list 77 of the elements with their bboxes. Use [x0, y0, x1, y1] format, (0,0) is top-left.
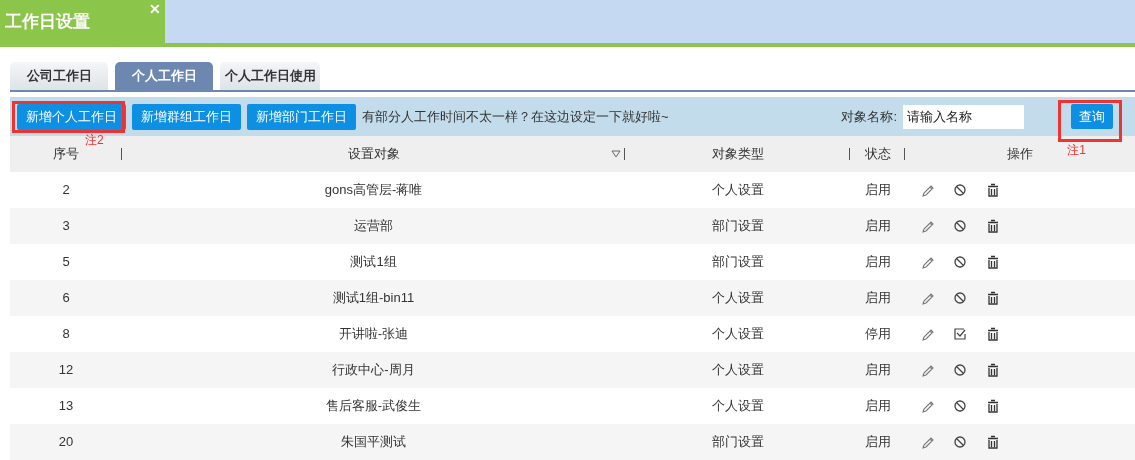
table-cell-text: 行政中心-周月	[332, 361, 415, 380]
edit-icon[interactable]	[920, 399, 934, 413]
edit-icon[interactable]	[920, 435, 934, 449]
tab[interactable]: 个人工作日使用	[220, 62, 320, 90]
table-cell-text: 个人设置	[711, 325, 764, 344]
table-cell-text: 2	[62, 181, 70, 200]
table-cell-text: 12	[58, 361, 74, 380]
close-button[interactable]: ✕	[147, 0, 163, 18]
edit-icon[interactable]	[920, 327, 934, 341]
filter-icon[interactable]	[611, 150, 621, 158]
table-cell-text: 13	[58, 397, 74, 416]
disable-icon[interactable]	[953, 219, 967, 233]
tab[interactable]: 公司工作日	[10, 62, 108, 90]
table-cell-text: gons高管层-蒋唯	[324, 181, 423, 200]
add-button[interactable]: 新增部门工作日	[247, 103, 356, 130]
table-cell-text: 运营部	[354, 217, 393, 236]
search-field[interactable]: 请输入名称	[903, 104, 1024, 129]
table-cell-text: 3	[62, 217, 70, 236]
table-cell-text: 停用	[864, 325, 891, 344]
delete-icon[interactable]	[986, 399, 1000, 413]
edit-icon[interactable]	[920, 219, 934, 233]
delete-icon[interactable]	[986, 183, 1000, 197]
delete-icon[interactable]	[986, 219, 1000, 233]
table-cell-text: 启用	[864, 289, 891, 308]
annotation-label: 注1	[1067, 143, 1086, 157]
table-cell-text: 启用	[864, 397, 891, 416]
enable-icon[interactable]	[953, 327, 967, 341]
table-cell-text: 部门设置	[711, 217, 764, 236]
column-header: 操作	[1007, 145, 1033, 164]
table-cell-text: 20	[58, 433, 74, 452]
disable-icon[interactable]	[953, 183, 967, 197]
table-cell-text: 启用	[864, 433, 891, 452]
disable-icon[interactable]	[953, 435, 967, 449]
column-header: 序号	[53, 145, 79, 164]
table-cell-text: 启用	[864, 217, 891, 236]
table-cell-text: 个人设置	[711, 361, 764, 380]
table-cell-text: 8	[62, 325, 70, 344]
disable-icon[interactable]	[953, 399, 967, 413]
search-label: 对象名称:	[841, 107, 897, 126]
highlight-frame	[1058, 100, 1122, 142]
table-cell-text: 部门设置	[711, 253, 764, 272]
edit-icon[interactable]	[920, 363, 934, 377]
hint-text: 有部分人工作时间不太一样？在这边设定一下就好啦~	[362, 107, 669, 126]
table-cell-text: 启用	[864, 181, 891, 200]
delete-icon[interactable]	[986, 435, 1000, 449]
tab[interactable]: 个人工作日	[115, 62, 213, 90]
delete-icon[interactable]	[986, 291, 1000, 305]
edit-icon[interactable]	[920, 291, 934, 305]
query-button[interactable]: 查询	[1071, 104, 1113, 129]
table-cell-text: 售后客服-武俊生	[325, 397, 422, 416]
column-header: 对象类型	[711, 145, 764, 164]
disable-icon[interactable]	[953, 255, 967, 269]
add-button[interactable]: 新增群组工作日	[132, 103, 241, 130]
table-cell-text: 个人设置	[711, 181, 764, 200]
table-cell-text: 开讲啦-张迪	[338, 325, 409, 344]
delete-icon[interactable]	[986, 327, 1000, 341]
table-cell-text: 个人设置	[711, 289, 764, 308]
table-cell-text: 朱国平测试	[341, 433, 406, 452]
table-cell-text: 测试1组-bin11	[332, 289, 415, 308]
table-cell-text: 测试1组	[350, 253, 397, 272]
table-cell-text: 部门设置	[711, 433, 764, 452]
delete-icon[interactable]	[986, 255, 1000, 269]
column-header: 状态	[864, 145, 891, 164]
add-button[interactable]: 新增个人工作日	[17, 103, 126, 130]
window-title: 工作日设置	[5, 10, 90, 33]
table-cell-text: 5	[62, 253, 70, 272]
table-cell-text: 个人设置	[711, 397, 764, 416]
annotation-label: 注2	[85, 132, 104, 147]
column-header: 设置对象	[347, 145, 400, 164]
edit-icon[interactable]	[920, 255, 934, 269]
table-cell-text: 启用	[864, 253, 891, 272]
table-cell-text: 6	[62, 289, 70, 308]
edit-icon[interactable]	[920, 183, 934, 197]
disable-icon[interactable]	[953, 291, 967, 305]
disable-icon[interactable]	[953, 363, 967, 377]
table-cell-text: 启用	[864, 361, 891, 380]
delete-icon[interactable]	[986, 363, 1000, 377]
